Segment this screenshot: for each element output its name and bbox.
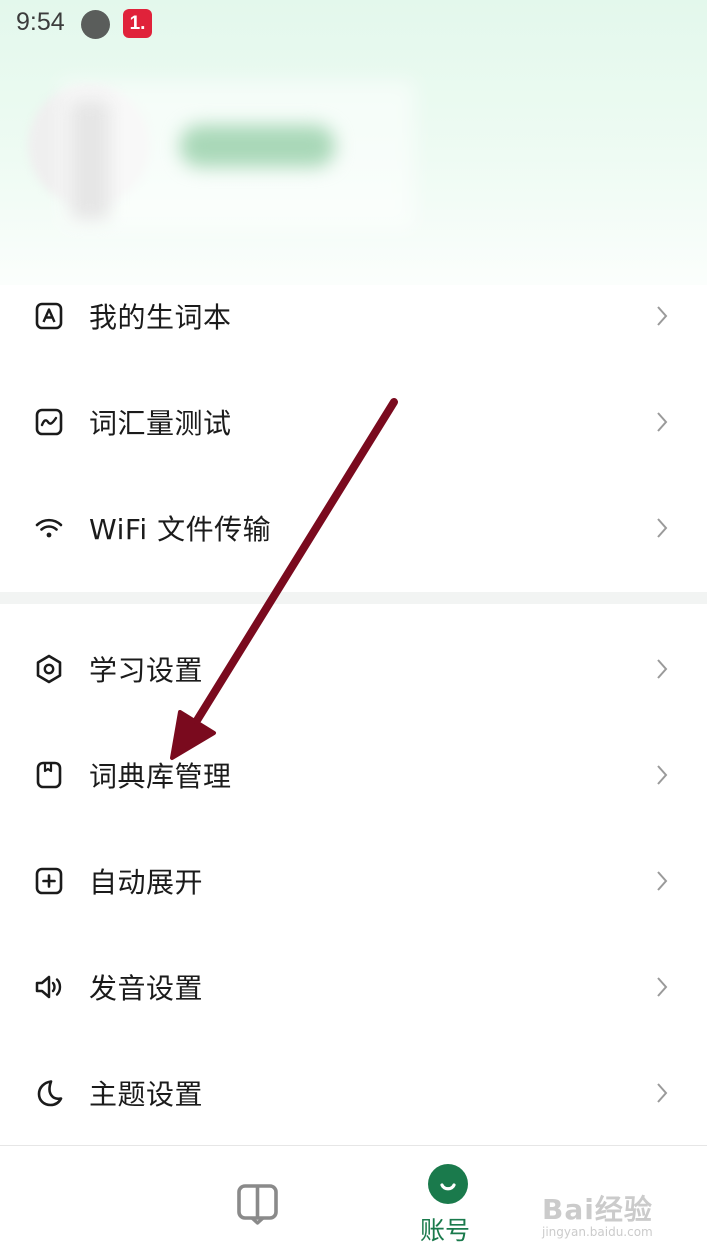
menu-label: 发音设置 (89, 972, 204, 1005)
chevron-right-icon (655, 305, 669, 327)
chevron-right-icon (655, 764, 669, 786)
menu-item-wifi-transfer[interactable]: WiFi 文件传输 (0, 475, 707, 581)
bookmark-icon (32, 758, 66, 792)
chevron-right-icon (655, 1082, 669, 1104)
username-blurred[interactable] (180, 125, 335, 167)
chevron-right-icon (655, 976, 669, 998)
menu-item-vocab-book[interactable]: 我的生词本 (0, 263, 707, 369)
menu-label: WiFi 文件传输 (89, 513, 272, 546)
speaker-icon (32, 970, 66, 1004)
chevron-right-icon (655, 411, 669, 433)
watermark-brand: Bai经验 (542, 1193, 653, 1226)
nav-account-label[interactable]: 账号 (420, 1211, 470, 1247)
section-divider (0, 592, 707, 604)
wifi-icon (32, 511, 66, 545)
book-icon[interactable] (236, 1182, 279, 1225)
avatar-blur (70, 100, 110, 220)
menu-item-pronunciation-settings[interactable]: 发音设置 (0, 934, 707, 1040)
menu-label: 学习设置 (89, 654, 204, 687)
status-time: 9:54 (16, 8, 65, 36)
menu-label: 自动展开 (89, 866, 204, 899)
baidu-jingyan-watermark: Bai经验 jingyan.baidu.com (540, 1180, 700, 1250)
menu-label: 我的生词本 (89, 301, 232, 334)
menu-label: 词汇量测试 (89, 407, 232, 440)
chevron-right-icon (655, 517, 669, 539)
menu-item-auto-expand[interactable]: 自动展开 (0, 828, 707, 934)
menu-label: 词典库管理 (89, 760, 232, 793)
notification-badge: 1. (123, 9, 152, 38)
status-dot-icon (81, 10, 110, 39)
menu-item-vocab-test[interactable]: 词汇量测试 (0, 369, 707, 475)
moon-icon (32, 1076, 66, 1110)
menu-item-study-settings[interactable]: 学习设置 (0, 616, 707, 722)
vocab-book-icon (32, 299, 66, 333)
plus-square-icon (32, 864, 66, 898)
account-smile-icon[interactable] (428, 1164, 468, 1204)
profile-header: 9:54 1. (0, 0, 707, 285)
chart-test-icon (32, 405, 66, 439)
menu-label: 主题设置 (89, 1078, 204, 1111)
chevron-right-icon (655, 870, 669, 892)
menu-item-theme-settings[interactable]: 主题设置 (0, 1040, 707, 1146)
hexagon-settings-icon (32, 652, 66, 686)
menu-item-dictionary-management[interactable]: 词典库管理 (0, 722, 707, 828)
watermark-url: jingyan.baidu.com (542, 1225, 653, 1239)
chevron-right-icon (655, 658, 669, 680)
